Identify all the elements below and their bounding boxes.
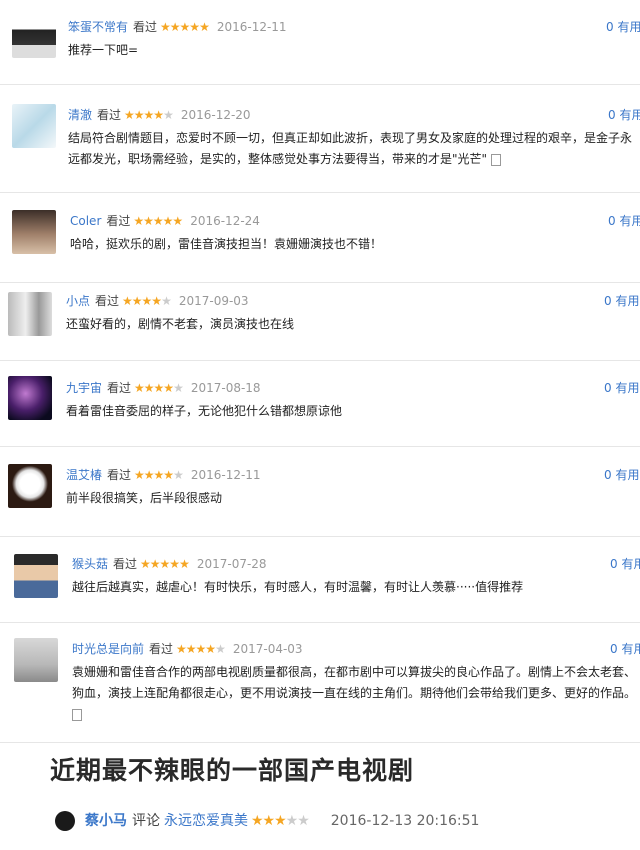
document-icon[interactable] <box>491 153 502 166</box>
review-text: 推荐一下吧= <box>68 43 139 57</box>
avatar[interactable] <box>12 104 56 148</box>
action-label: 评论 <box>132 813 160 829</box>
useful-button[interactable]: 0 有用 <box>604 466 639 484</box>
useful-button[interactable]: 0 有用 <box>608 212 640 230</box>
comment-date: 2016-12-13 20:16:51 <box>330 813 480 829</box>
star-rating-icon: ★★★★★ <box>251 813 310 829</box>
review-meta: Coler 看过 ★★★★★ 2016-12-24 <box>70 212 260 230</box>
avatar[interactable] <box>12 14 56 58</box>
avatar[interactable] <box>14 554 58 598</box>
avatar[interactable] <box>14 638 58 682</box>
review-meta: 笨蛋不常有 看过 ★★★★★ 2016-12-11 <box>68 18 287 36</box>
username-link[interactable]: 时光总是向前 <box>72 642 144 656</box>
star-rating-icon: ★★★★★ <box>160 20 210 34</box>
review-date: 2016-12-20 <box>180 108 251 122</box>
review-text: 还蛮好看的，剧情不老套，演员演技也在线 <box>66 317 295 331</box>
review-meta: 小点 看过 ★★★★★ 2017-09-03 <box>66 292 249 310</box>
review-text: 结局符合剧情题目，恋爱时不顾一切，但真正却如此波折，表现了男女及家庭的处理过程的… <box>68 131 633 166</box>
review-date: 2016-12-24 <box>190 214 260 228</box>
action-label: 看过 <box>106 214 131 228</box>
useful-button[interactable]: 0 有用 <box>610 640 640 658</box>
username-link[interactable]: 小点 <box>66 294 90 308</box>
review-date: 2017-07-28 <box>196 557 267 571</box>
star-rating-icon: ★★★★★ <box>176 642 226 656</box>
star-rating-icon: ★★★★★ <box>134 381 184 395</box>
review-item: 时光总是向前 看过 ★★★★★ 2017-04-03 0 有用 袁姗姗和雷佳音合作的两… <box>0 622 640 743</box>
review-text: 越往后越真实，越虐心！有时快乐，有时感人，有时温馨，有时让人羡慕·····值得推… <box>72 580 524 594</box>
useful-button[interactable]: 0 有用 <box>606 18 640 36</box>
document-icon[interactable] <box>72 708 82 721</box>
star-rating-icon: ★★★★★ <box>124 108 174 122</box>
review-meta: 猴头菇 看过 ★★★★★ 2017-07-28 <box>72 555 267 573</box>
star-rating-icon: ★★★★★ <box>140 557 190 571</box>
review-meta: 蔡小马 评论 永远恋爱真美 ★★★★★ 2016-12-13 20:16:51 <box>55 808 479 834</box>
action-label: 看过 <box>113 557 138 571</box>
review-text: 哈哈，挺欢乐的剧，雷佳音演技担当！袁姗姗演技也不错！ <box>70 237 383 251</box>
review-item: 温艾椿 看过 ★★★★★ 2016-12-11 0 有用 前半段很搞笑，后半段很感动 <box>0 446 640 537</box>
username-link[interactable]: 猴头菇 <box>72 557 108 571</box>
username-link[interactable]: 蔡小马 <box>85 813 127 829</box>
useful-button[interactable]: 0 有用 <box>608 106 640 124</box>
username-link[interactable]: 清澈 <box>68 108 92 122</box>
star-rating-icon: ★★★★★ <box>133 214 183 228</box>
title-link[interactable]: 永远恋爱真美 <box>164 813 248 829</box>
username-link[interactable]: 笨蛋不常有 <box>68 20 128 34</box>
review-item: Coler 看过 ★★★★★ 2016-12-24 0 有用 哈哈，挺欢乐的剧，雷佳音… <box>0 192 640 283</box>
star-rating-icon: ★★★★★ <box>134 468 184 482</box>
review-meta: 清澈 看过 ★★★★★ 2016-12-20 <box>68 106 251 124</box>
avatar[interactable] <box>8 464 52 508</box>
review-meta: 温艾椿 看过 ★★★★★ 2016-12-11 <box>66 466 261 484</box>
useful-button[interactable]: 0 有用 <box>610 555 640 573</box>
avatar[interactable] <box>12 210 56 254</box>
review-item: 笨蛋不常有 看过 ★★★★★ 2016-12-11 0 有用 推荐一下吧= <box>0 0 640 85</box>
avatar[interactable] <box>8 376 52 420</box>
action-label: 看过 <box>97 108 122 122</box>
review-item: 猴头菇 看过 ★★★★★ 2017-07-28 0 有用 越往后越真实，越虐心！有时快… <box>0 536 640 623</box>
username-link[interactable]: 温艾椿 <box>66 468 102 482</box>
useful-button[interactable]: 0 有用 <box>604 379 639 397</box>
review-item: 小点 看过 ★★★★★ 2017-09-03 0 有用 还蛮好看的，剧情不老套，演员演… <box>0 282 640 361</box>
action-label: 看过 <box>95 294 120 308</box>
action-label: 看过 <box>133 20 158 34</box>
review-date: 2017-08-18 <box>190 381 261 395</box>
action-label: 看过 <box>107 381 132 395</box>
review-date: 2016-12-11 <box>216 20 287 34</box>
action-label: 看过 <box>107 468 132 482</box>
username-link[interactable]: 九宇宙 <box>66 381 102 395</box>
review-text: 前半段很搞笑，后半段很感动 <box>66 491 223 505</box>
useful-button[interactable]: 0 有用 <box>604 292 639 310</box>
review-text: 看着雷佳音委屈的样子，无论他犯什么错都想原谅他 <box>66 404 343 418</box>
review-meta: 时光总是向前 看过 ★★★★★ 2017-04-03 <box>72 640 303 658</box>
avatar[interactable] <box>8 292 52 336</box>
review-date: 2017-09-03 <box>178 294 249 308</box>
review-text: 袁姗姗和雷佳音合作的两部电视剧质量都很高，在都市剧中可以算拔尖的良心作品了。剧情… <box>72 662 636 725</box>
page-title: 近期最不辣眼的一部国产电视剧 <box>50 756 415 785</box>
avatar[interactable] <box>55 811 75 831</box>
review-meta: 九宇宙 看过 ★★★★★ 2017-08-18 <box>66 379 261 397</box>
review-date: 2017-04-03 <box>232 642 303 656</box>
username-link[interactable]: Coler <box>70 214 101 228</box>
review-date: 2016-12-11 <box>190 468 261 482</box>
star-rating-icon: ★★★★★ <box>122 294 172 308</box>
review-item: 清澈 看过 ★★★★★ 2016-12-20 0 有用 结局符合剧情题目，恋爱时不顾一… <box>0 84 640 193</box>
review-item: 九宇宙 看过 ★★★★★ 2017-08-18 0 有用 看着雷佳音委屈的样子，无论他… <box>0 360 640 447</box>
action-label: 看过 <box>149 642 174 656</box>
